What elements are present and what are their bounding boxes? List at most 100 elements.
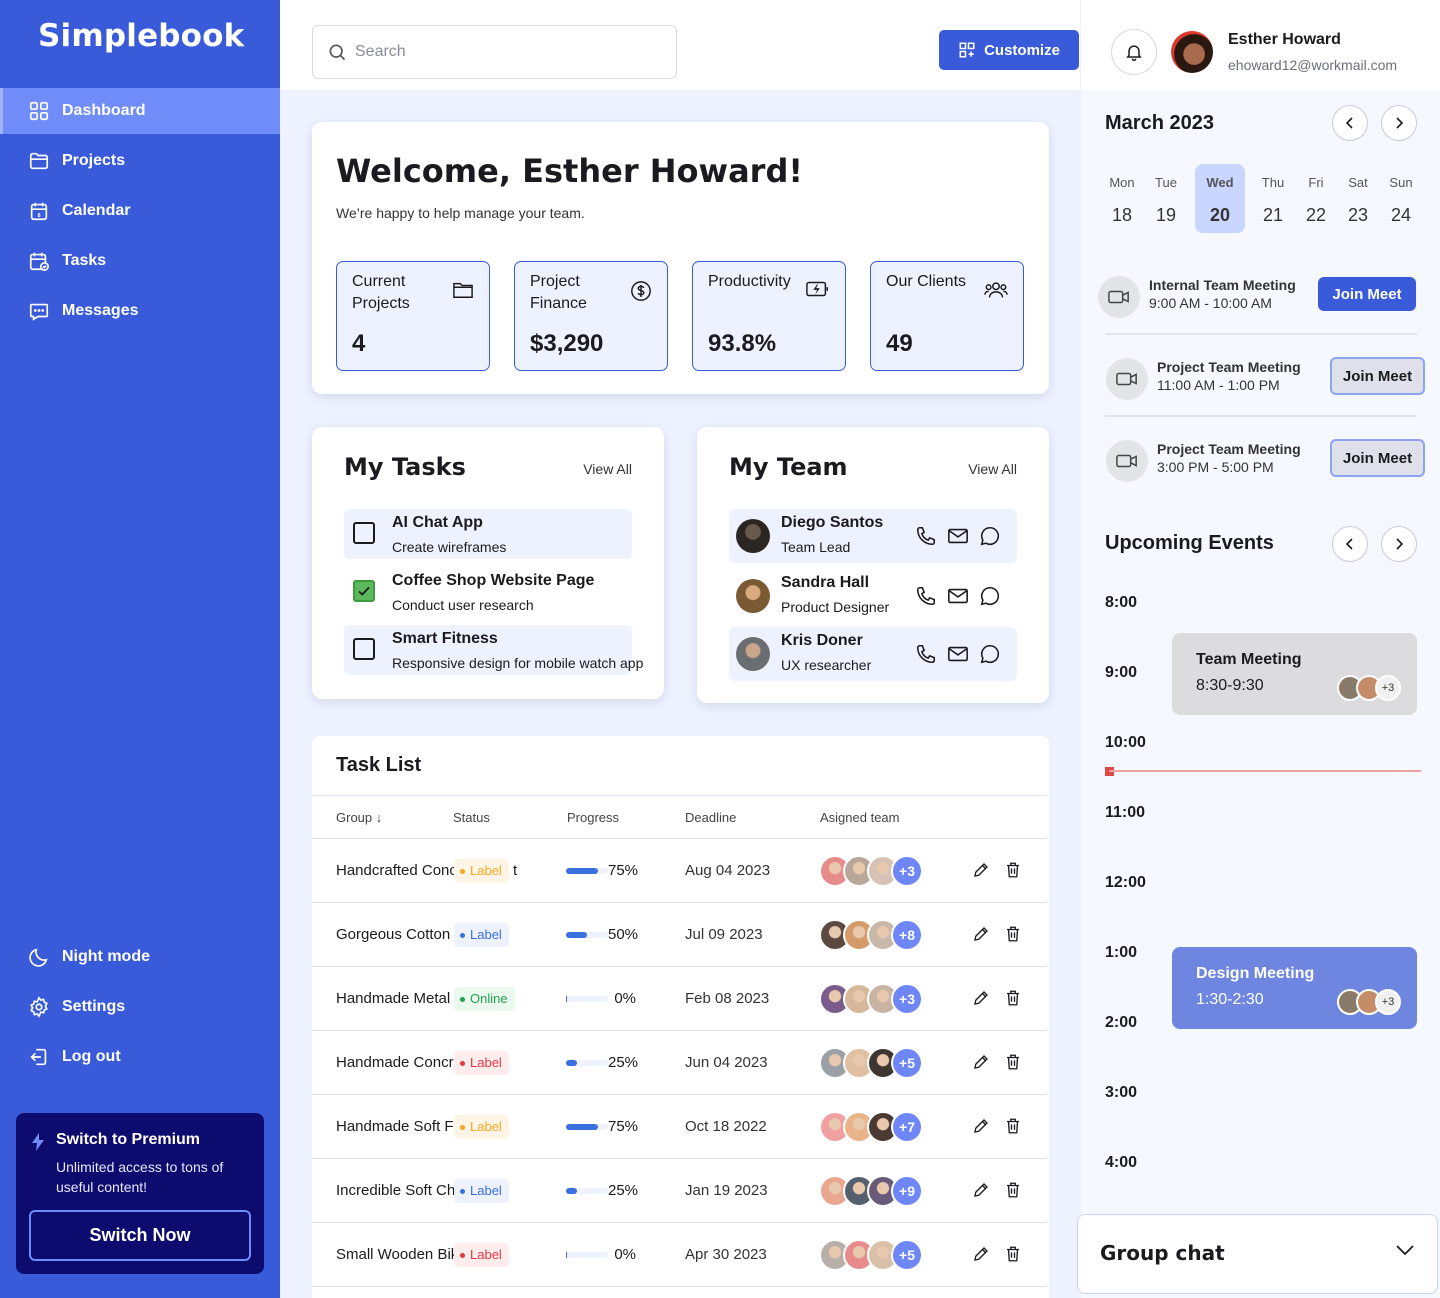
nav-logout[interactable]: Log out — [0, 1034, 280, 1080]
calendar-next-button[interactable] — [1381, 105, 1417, 141]
nav-calendar[interactable]: 8 Calendar — [0, 188, 280, 234]
trash-icon[interactable] — [1004, 1117, 1022, 1135]
task-checkbox[interactable] — [353, 522, 375, 544]
notification-bell[interactable] — [1111, 29, 1157, 75]
event-title: Team Meeting — [1196, 651, 1302, 668]
day-name: Tue — [1155, 175, 1177, 190]
event-card[interactable]: Design Meeting 1:30-2:30 +3 — [1172, 947, 1417, 1029]
chat-bubble-icon[interactable] — [979, 643, 1001, 665]
stat-project-finance[interactable]: Project Finance $3,290 — [514, 261, 668, 371]
svg-text:8: 8 — [37, 213, 40, 219]
group-chat-panel[interactable]: Group chat — [1077, 1214, 1438, 1294]
events-prev-button[interactable] — [1332, 526, 1368, 562]
nav-messages[interactable]: Messages — [0, 288, 280, 334]
task-checkbox-checked[interactable] — [353, 580, 375, 602]
night-mode-toggle[interactable]: Night mode — [0, 934, 280, 980]
trash-icon[interactable] — [1004, 1053, 1022, 1071]
assigned-team[interactable]: +7 — [819, 1111, 923, 1143]
event-time: 1:30-2:30 — [1196, 991, 1264, 1008]
my-tasks-view-all[interactable]: View All — [583, 461, 632, 477]
mail-icon[interactable] — [947, 585, 969, 607]
search-box[interactable] — [312, 25, 677, 79]
team-member[interactable]: Sandra Hall Product Designer — [729, 569, 1017, 623]
video-camera-icon — [1116, 454, 1137, 468]
phone-icon[interactable] — [915, 643, 937, 665]
stat-current-projects[interactable]: Current Projects 4 — [336, 261, 490, 371]
trash-icon[interactable] — [1004, 1181, 1022, 1199]
member-name: Kris Doner — [781, 632, 863, 649]
events-next-button[interactable] — [1381, 526, 1417, 562]
phone-icon[interactable] — [915, 585, 937, 607]
avatar — [736, 579, 770, 613]
trash-icon[interactable] — [1004, 925, 1022, 943]
join-meet-button[interactable]: Join Meet — [1318, 277, 1416, 311]
table-row[interactable]: Incredible Soft ChairLabel 25% Jan 19 2023… — [312, 1159, 1047, 1223]
search-input[interactable] — [355, 43, 655, 61]
edit-pencil-icon[interactable] — [972, 1053, 990, 1071]
nav-settings[interactable]: Settings — [0, 984, 280, 1030]
event-card[interactable]: Team Meeting 8:30-9:30 +3 — [1172, 633, 1417, 715]
mail-icon[interactable] — [947, 643, 969, 665]
table-row[interactable]: Handcrafted Concrete Hat tLabel 75% Aug 04 … — [312, 839, 1047, 903]
sort-arrow-icon[interactable]: ↓ — [376, 810, 383, 825]
mail-icon[interactable] — [947, 525, 969, 547]
my-team-view-all[interactable]: View All — [968, 461, 1017, 477]
task-checkbox[interactable] — [353, 638, 375, 660]
brand-logo[interactable]: Simplebook — [38, 18, 245, 54]
customize-button[interactable]: Customize — [939, 30, 1079, 70]
calendar-prev-button[interactable] — [1332, 105, 1368, 141]
edit-pencil-icon[interactable] — [972, 1181, 990, 1199]
calendar-day[interactable]: Tue 19 — [1141, 164, 1191, 233]
nav-dashboard[interactable]: Dashboard — [0, 88, 280, 134]
calendar-day-selected[interactable]: Wed 20 — [1195, 164, 1245, 233]
assigned-team[interactable]: +5 — [819, 1047, 923, 1079]
join-meet-button[interactable]: Join Meet — [1330, 357, 1425, 395]
day-date: 19 — [1155, 205, 1177, 225]
deadline: Apr 30 2023 — [685, 1246, 767, 1263]
edit-pencil-icon[interactable] — [972, 925, 990, 943]
stat-our-clients[interactable]: Our Clients 49 — [870, 261, 1024, 371]
switch-now-button[interactable]: Switch Now — [29, 1210, 251, 1261]
calendar-day[interactable]: Mon 18 — [1097, 164, 1147, 233]
edit-pencil-icon[interactable] — [972, 1245, 990, 1263]
trash-icon[interactable] — [1004, 861, 1022, 879]
task-item[interactable]: Coffee Shop Website Page Conduct user re… — [344, 567, 632, 617]
edit-pencil-icon[interactable] — [972, 861, 990, 879]
column-group[interactable]: Group ↓ — [336, 810, 382, 825]
table-row[interactable]: Small Wooden Bike Label 0% Apr 30 2023 +5 — [312, 1223, 1047, 1287]
table-row[interactable]: Handmade Concrete FishLabel 25% Jun 04 202… — [312, 1031, 1047, 1095]
team-member[interactable]: Kris Doner UX researcher — [729, 627, 1017, 681]
assigned-team[interactable]: +3 — [819, 983, 923, 1015]
cell-group: Handcrafted Concrete Hat — [336, 862, 454, 879]
assigned-team[interactable]: +5 — [819, 1239, 923, 1271]
user-avatar[interactable] — [1171, 31, 1213, 73]
task-item[interactable]: AI Chat App Create wireframes — [344, 509, 632, 559]
table-row[interactable]: Handmade Soft FishLabel 75% Oct 18 2022 +7 — [312, 1095, 1047, 1159]
stat-productivity[interactable]: Productivity 93.8% — [692, 261, 846, 371]
assigned-team[interactable]: +8 — [819, 919, 923, 951]
stat-value: 93.8% — [708, 330, 777, 357]
table-row[interactable]: Handmade Metal ShirtOnline 0% Feb 08 2023 +… — [312, 967, 1047, 1031]
meeting-time: 3:00 PM - 5:00 PM — [1157, 459, 1274, 475]
chevron-down-icon[interactable] — [1395, 1243, 1415, 1257]
progress-fill — [566, 1124, 598, 1130]
table-row[interactable]: Gorgeous Cotton Label 50% Jul 09 2023 +8 — [312, 903, 1047, 967]
table-header: Group ↓ Status Progress Deadline Asigned… — [312, 795, 1047, 839]
assigned-team[interactable]: +3 — [819, 855, 923, 887]
trash-icon[interactable] — [1004, 989, 1022, 1007]
calendar-day[interactable]: Sun 24 — [1376, 164, 1426, 233]
phone-icon[interactable] — [915, 525, 937, 547]
edit-pencil-icon[interactable] — [972, 1117, 990, 1135]
trash-icon[interactable] — [1004, 1245, 1022, 1263]
edit-pencil-icon[interactable] — [972, 989, 990, 1007]
team-member[interactable]: Diego Santos Team Lead — [729, 509, 1017, 563]
nav-tasks[interactable]: Tasks — [0, 238, 280, 284]
join-meet-button[interactable]: Join Meet — [1330, 439, 1425, 477]
chat-bubble-icon[interactable] — [979, 525, 1001, 547]
progress-fill — [566, 868, 598, 874]
my-team-title: My Team — [729, 453, 848, 481]
assigned-team[interactable]: +9 — [819, 1175, 923, 1207]
task-item[interactable]: Smart Fitness Responsive design for mobi… — [344, 625, 643, 675]
nav-projects[interactable]: Projects — [0, 138, 280, 184]
chat-bubble-icon[interactable] — [979, 585, 1001, 607]
